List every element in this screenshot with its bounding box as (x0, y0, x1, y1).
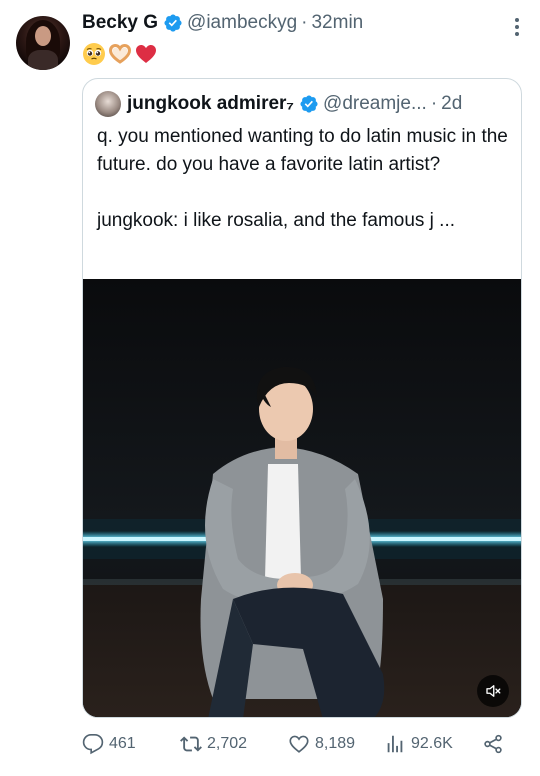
reply-icon (82, 734, 104, 755)
tweet-text (82, 42, 158, 66)
quoted-tweet-card[interactable]: jungkook admirer₇ @dreamje... · 2d q. yo… (82, 78, 522, 718)
quoted-author-name[interactable]: jungkook admirer₇ (127, 93, 294, 115)
repost-icon (180, 736, 202, 752)
red-heart-icon (136, 45, 156, 63)
heart-icon (289, 735, 309, 753)
like-button[interactable]: 8,189 (288, 728, 355, 760)
quoted-tweet-text: q. you mentioned wanting to do latin mus… (97, 126, 508, 231)
reply-button[interactable]: 461 (82, 728, 136, 760)
views-count: 92.6K (411, 735, 453, 752)
tweet[interactable]: Becky G @iambeckyg · 32min jungkook admi… (0, 0, 540, 776)
verified-badge-icon (164, 14, 182, 32)
more-options-icon[interactable] (514, 18, 520, 38)
separator-dot: · (301, 12, 308, 33)
quoted-author-handle[interactable]: @dreamje... (323, 93, 427, 115)
views-chart-icon (387, 735, 403, 753)
quoted-author-avatar[interactable] (95, 91, 121, 117)
avatar-face (35, 26, 51, 46)
share-icon (484, 734, 502, 754)
mute-button[interactable] (477, 675, 509, 707)
quoted-verified-badge-icon (300, 95, 318, 113)
quoted-tweet-header: jungkook admirer₇ @dreamje... · 2d (95, 91, 462, 117)
repost-button[interactable]: 2,702 (180, 728, 247, 760)
video-player[interactable] (83, 279, 521, 717)
pleading-face-icon (83, 43, 105, 65)
speaker-muted-icon (486, 685, 501, 697)
quoted-tweet-time[interactable]: 2d (441, 93, 462, 115)
author-name[interactable]: Becky G (82, 12, 158, 34)
like-count: 8,189 (315, 735, 356, 752)
author-handle[interactable]: @iambeckyg (187, 12, 297, 34)
video-frame (83, 279, 521, 717)
avatar-body (28, 50, 58, 70)
tweet-actions: 461 2,702 8,189 92.6K (82, 728, 512, 760)
reply-count: 461 (109, 735, 136, 752)
tweet-header: Becky G @iambeckyg · 32min (82, 12, 363, 34)
share-button[interactable] (482, 728, 504, 760)
quoted-separator-dot: · (430, 93, 438, 114)
repost-count: 2,702 (207, 735, 248, 752)
heart-hands-icon (108, 43, 132, 64)
views-button[interactable]: 92.6K (384, 728, 453, 760)
author-avatar[interactable] (16, 16, 70, 70)
tweet-time[interactable]: 32min (311, 12, 363, 34)
